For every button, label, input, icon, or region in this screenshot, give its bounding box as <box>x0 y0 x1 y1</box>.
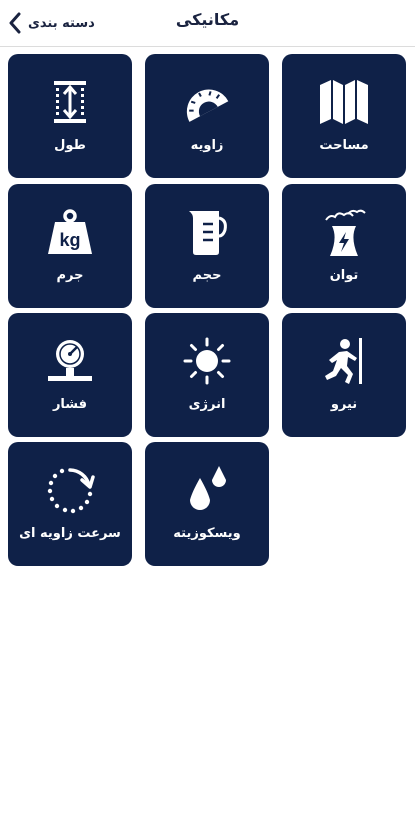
tile-label: توان <box>329 268 359 283</box>
tile-label: ویسکوزیته <box>173 526 241 541</box>
tile-length[interactable]: طول <box>8 54 132 178</box>
tile-pressure[interactable]: فشار <box>8 313 132 437</box>
tile-area[interactable]: مساحت <box>282 54 406 178</box>
tile-label: حجم <box>192 268 222 283</box>
top-bar: دسته بندی مکانیکی <box>0 0 415 47</box>
sun-icon <box>183 337 231 385</box>
length-icon <box>54 81 86 123</box>
weight-kg-icon: kg <box>48 209 92 254</box>
tile-label: زاویه <box>190 138 224 153</box>
tile-force[interactable]: نیرو <box>282 313 406 437</box>
tile-mass[interactable]: kg جرم <box>8 184 132 308</box>
tile-angle[interactable]: زاویه <box>145 54 269 178</box>
tile-angular-speed[interactable]: سرعت زاویه ای <box>8 442 132 566</box>
rotation-icon <box>47 468 95 514</box>
power-plant-icon <box>325 209 366 256</box>
page-title: مکانیکی <box>175 10 240 29</box>
measuring-cup-icon <box>189 211 227 255</box>
tile-label: نیرو <box>330 397 358 412</box>
tile-label: طول <box>54 138 86 153</box>
protractor-icon <box>186 89 229 122</box>
weight-kg-text: kg <box>59 230 80 250</box>
tile-label: سرعت زاویه ای <box>19 526 121 541</box>
pressure-gauge-icon <box>48 340 92 381</box>
push-force-icon <box>325 338 362 384</box>
tile-volume[interactable]: حجم <box>145 184 269 308</box>
map-icon <box>320 80 368 124</box>
tile-label: مساحت <box>319 138 369 153</box>
tile-power[interactable]: توان <box>282 184 406 308</box>
tile-label: جرم <box>56 268 84 283</box>
drops-icon <box>190 466 226 510</box>
tile-viscosity[interactable]: ویسکوزیته <box>145 442 269 566</box>
tile-energy[interactable]: انرژی <box>145 313 269 437</box>
tile-label: انرژی <box>188 397 226 412</box>
tile-label: فشار <box>52 397 88 412</box>
